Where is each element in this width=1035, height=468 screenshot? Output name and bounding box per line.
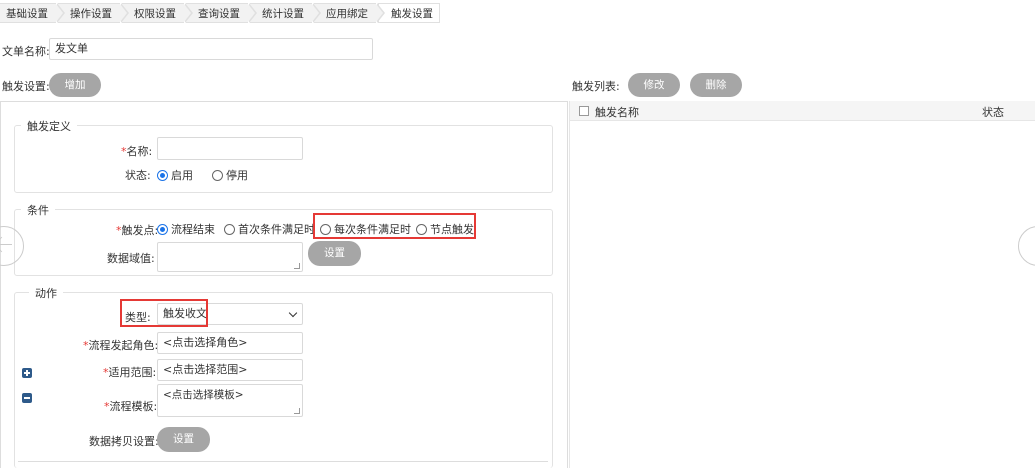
template-label: *流程模板:: [104, 398, 157, 414]
trigger-point-option-1[interactable]: 流程结束: [157, 221, 215, 237]
trigger-point-option-1-label: 流程结束: [171, 223, 215, 236]
status-enable-option[interactable]: 启用: [157, 167, 193, 183]
breadcrumb: 基础设置 操作设置 权限设置 查询设置 统计设置 应用绑定 触发设置: [0, 3, 442, 23]
condition-legend: 条件: [21, 202, 55, 218]
collapse-minus-icon[interactable]: [22, 393, 32, 403]
next-arrow-icon[interactable]: [1018, 226, 1035, 266]
initiator-label: *流程发起角色:: [83, 337, 158, 353]
trigger-name-input[interactable]: [157, 137, 303, 160]
resize-grip-icon[interactable]: [294, 408, 300, 414]
status-disable-label: 停用: [226, 169, 248, 182]
definition-legend: 触发定义: [21, 118, 77, 134]
tab-permission-settings[interactable]: 权限设置: [122, 3, 193, 23]
radio-on-icon[interactable]: [157, 224, 168, 235]
select-all-checkbox[interactable]: [579, 106, 589, 116]
template-textarea[interactable]: <点击选择模板>: [157, 384, 303, 417]
tab-statistics-settings[interactable]: 统计设置: [250, 3, 321, 23]
initiator-role-input[interactable]: <点击选择角色>: [157, 332, 303, 354]
column-trigger-name: 触发名称: [595, 106, 639, 119]
status-enable-label: 启用: [171, 169, 193, 182]
initiator-label-text: 流程发起角色:: [88, 339, 159, 352]
radio-off-icon[interactable]: [212, 170, 223, 181]
data-copy-label: 数据拷贝设置:: [89, 435, 159, 448]
chevron-down-icon: [288, 308, 298, 318]
tab-query-settings[interactable]: 查询设置: [186, 3, 257, 23]
edit-button[interactable]: 修改: [628, 73, 680, 97]
template-value: <点击选择模板>: [163, 389, 244, 401]
doc-name-input[interactable]: 发文单: [49, 38, 373, 60]
trigger-point-option-2-label: 首次条件满足时: [238, 223, 315, 236]
scope-label-text: 适用范围:: [108, 366, 157, 379]
column-divider: [569, 101, 570, 468]
data-field-textarea[interactable]: [157, 242, 303, 272]
name-label: *名称:: [121, 143, 152, 159]
divider: [18, 461, 548, 462]
column-status: 状态: [982, 106, 1004, 119]
delete-button[interactable]: 删除: [690, 73, 742, 97]
trigger-point-option-2[interactable]: 首次条件满足时: [224, 221, 315, 237]
scope-input[interactable]: <点击选择范围>: [157, 359, 303, 381]
resize-grip-icon[interactable]: [294, 263, 300, 269]
action-legend: 动作: [29, 285, 63, 301]
data-copy-setting-button[interactable]: 设置: [157, 427, 210, 452]
highlight-box-type: [120, 299, 208, 327]
tab-basic-settings[interactable]: 基础设置: [0, 3, 65, 23]
condition-setting-button[interactable]: 设置: [308, 241, 361, 266]
tab-trigger-settings[interactable]: 触发设置: [378, 3, 440, 23]
tab-app-binding[interactable]: 应用绑定: [314, 3, 385, 23]
add-button[interactable]: 增加: [49, 73, 101, 97]
status-label: 状态:: [125, 169, 151, 182]
trigger-list-table-header: 触发名称 状态: [570, 101, 1035, 121]
trigger-point-label: *触发点:: [116, 222, 158, 238]
expand-plus-icon[interactable]: [22, 368, 32, 378]
radio-on-icon[interactable]: [157, 170, 168, 181]
trigger-point-label-text: 触发点:: [121, 224, 159, 237]
radio-off-icon[interactable]: [224, 224, 235, 235]
trigger-list-label: 触发列表:: [572, 80, 620, 93]
name-label-text: 名称:: [126, 145, 153, 158]
scope-label: *适用范围:: [103, 364, 156, 380]
trigger-setting-label: 触发设置:: [2, 80, 50, 93]
template-label-text: 流程模板:: [109, 400, 158, 413]
doc-name-label: 文单名称:: [2, 45, 50, 58]
tab-operation-settings[interactable]: 操作设置: [58, 3, 129, 23]
status-disable-option[interactable]: 停用: [212, 167, 248, 183]
highlight-box-trigger-options: [313, 213, 476, 239]
data-field-label: 数据域值:: [107, 252, 155, 265]
